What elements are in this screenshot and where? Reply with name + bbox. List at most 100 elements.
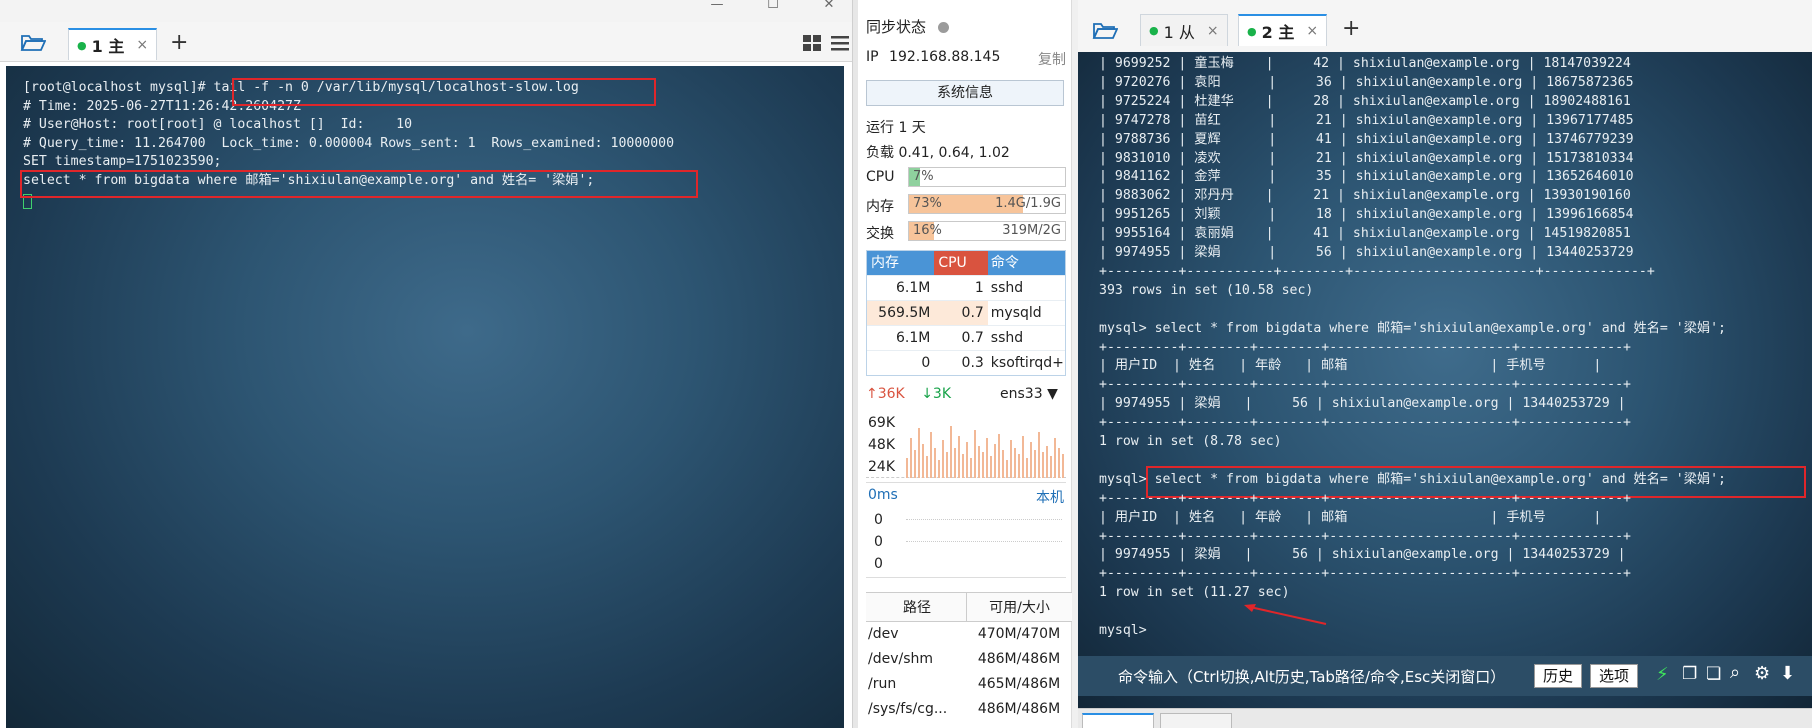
network-bar bbox=[970, 458, 972, 478]
paste-icon[interactable]: ❏ bbox=[1706, 664, 1721, 684]
network-bar bbox=[1026, 458, 1028, 478]
grid-layout-icon[interactable] bbox=[802, 34, 822, 52]
terminal-line: mysql> select * from bigdata where 邮箱='s… bbox=[1099, 320, 1726, 336]
column-header-size[interactable]: 可用/大小 bbox=[966, 593, 1072, 621]
right-terminal[interactable]: | 9699252 | 童玉梅 | 42 | shixiulan@example… bbox=[1078, 52, 1812, 708]
latency-panel: 0ms 本机 0 0 0 bbox=[866, 482, 1066, 578]
terminal-line: # User@Host: root[root] @ localhost [] I… bbox=[23, 117, 413, 132]
add-tab-button[interactable]: + bbox=[170, 32, 188, 54]
copy-icon[interactable]: ❐ bbox=[1682, 664, 1697, 684]
menu-icon[interactable] bbox=[830, 34, 850, 52]
terminal-line: | 9974955 | 梁娟 | 56 | shixiulan@example.… bbox=[1099, 547, 1626, 563]
swap-meter: 16% 319M/2G bbox=[908, 221, 1066, 241]
network-bar bbox=[1010, 440, 1012, 478]
add-tab-button[interactable]: + bbox=[1342, 18, 1360, 40]
close-window-icon[interactable]: ✕ bbox=[806, 0, 852, 14]
column-header-command[interactable]: 命令 bbox=[987, 251, 1065, 275]
terminal-line: mysql> bbox=[1099, 623, 1147, 638]
network-bar bbox=[1050, 456, 1052, 478]
column-header-path[interactable]: 路径 bbox=[866, 593, 966, 621]
ip-row: IP 192.168.88.145 复制 bbox=[866, 49, 1066, 68]
uptime: 运行 1 天 bbox=[866, 120, 926, 136]
maximize-icon[interactable]: ☐ bbox=[750, 0, 796, 14]
copy-ip-button[interactable]: 复制 bbox=[1038, 49, 1066, 69]
process-cmd: ksoftirqd+ bbox=[990, 355, 1064, 371]
process-cpu: 0.7 bbox=[961, 330, 984, 346]
latency-host[interactable]: 本机 bbox=[1036, 487, 1064, 507]
network-bar bbox=[966, 442, 968, 478]
download-arrow-icon: ↓ bbox=[921, 386, 933, 402]
network-bar bbox=[946, 452, 948, 478]
download-icon[interactable]: ⬇ bbox=[1780, 663, 1795, 684]
tab-close-icon[interactable]: × bbox=[1306, 23, 1318, 39]
mem-label: 内存 bbox=[866, 199, 894, 215]
system-info-button[interactable]: 系统信息 bbox=[866, 80, 1064, 106]
lightning-icon[interactable]: ⚡ bbox=[1656, 664, 1669, 685]
connected-dot-icon: ● bbox=[1247, 24, 1257, 38]
latency-value: 0 bbox=[874, 534, 883, 550]
search-icon[interactable]: ⌕ bbox=[1730, 662, 1740, 683]
process-mem: 6.1M bbox=[895, 330, 931, 346]
terminal-line: SET timestamp=1751023590; bbox=[23, 154, 222, 169]
network-bar bbox=[994, 444, 996, 478]
network-bar bbox=[1058, 448, 1060, 478]
annotation-arrow bbox=[1244, 604, 1327, 625]
tab-1-slave[interactable]: ● 1 从 × bbox=[1140, 14, 1228, 46]
options-button[interactable]: 选项 bbox=[1590, 664, 1639, 688]
terminal-line: | 用户ID | 姓名 | 年龄 | 邮箱 | 手机号 | bbox=[1099, 509, 1602, 525]
terminal-line: | 9747278 | 苗红 | 21 | shixiulan@example.… bbox=[1099, 112, 1634, 128]
terminal-line: | 9725224 | 杜建华 | 28 | shixiulan@example… bbox=[1099, 93, 1631, 109]
swap-label: 交换 bbox=[866, 226, 894, 242]
ip-address: 192.168.88.145 bbox=[889, 49, 1001, 65]
network-bar bbox=[998, 434, 1000, 478]
gear-icon[interactable]: ⚙ bbox=[1754, 663, 1770, 684]
terminal-line: | 9831010 | 凌欢 | 21 | shixiulan@example.… bbox=[1099, 150, 1634, 166]
process-row: 6.1M 1 sshd bbox=[867, 275, 1065, 300]
ip-label: IP bbox=[866, 49, 879, 65]
process-row: 569.5M 0.7 mysqld bbox=[867, 300, 1065, 325]
network-row: ↑36K ↓3K ens33 ▼ bbox=[866, 386, 1066, 402]
folder-icon[interactable] bbox=[1092, 20, 1118, 40]
network-bar bbox=[938, 460, 940, 478]
terminal-line: | 用户ID | 姓名 | 年龄 | 邮箱 | 手机号 | bbox=[1099, 358, 1602, 374]
bottom-tab[interactable] bbox=[1160, 713, 1232, 728]
network-bar bbox=[918, 428, 920, 478]
tab-close-icon[interactable]: × bbox=[1207, 23, 1219, 39]
command-input-hint[interactable]: 命令输入（Ctrl切换,Alt历史,Tab路径/命令,Esc关闭窗口） bbox=[1118, 666, 1505, 687]
terminal-line: | 9974955 | 梁娟 | 56 | shixiulan@example.… bbox=[1099, 245, 1634, 260]
network-bar bbox=[1014, 448, 1016, 478]
terminal-line: | 9974955 | 梁娟 | 56 | shixiulan@example.… bbox=[1099, 396, 1626, 412]
desktop: — ☐ ✕ ● 1 主 × + [root@localhost mysql]# … bbox=[0, 0, 1812, 728]
tab-1-main[interactable]: ● 1 主 × bbox=[68, 28, 158, 60]
disk-path: /sys/fs/cg... bbox=[868, 701, 948, 717]
left-terminal[interactable]: [root@localhost mysql]# tail -f -n 0 /va… bbox=[6, 66, 844, 728]
tab-2-main[interactable]: ● 2 主 × bbox=[1238, 14, 1328, 46]
sync-label: 同步状态 bbox=[866, 18, 927, 36]
history-button[interactable]: 历史 bbox=[1534, 664, 1583, 688]
right-terminal-window: ● 1 从 × ● 2 主 × + | 9699252 | 童玉梅 | 42 |… bbox=[1078, 0, 1812, 728]
upload-arrow-icon: ↑ bbox=[866, 386, 878, 402]
column-header-memory[interactable]: 内存 bbox=[867, 251, 935, 275]
minimize-icon[interactable]: — bbox=[694, 0, 740, 14]
terminal-line: +---------+--------+--------+-----------… bbox=[1099, 566, 1631, 582]
network-bar bbox=[1038, 432, 1040, 478]
terminal-line: mysql> select * from bigdata where 邮箱='s… bbox=[1099, 471, 1726, 487]
terminal-line: | 9699252 | 童玉梅 | 42 | shixiulan@example… bbox=[1099, 56, 1631, 71]
network-bar bbox=[1006, 460, 1008, 478]
folder-icon[interactable] bbox=[20, 32, 46, 52]
bottom-tab[interactable] bbox=[1082, 713, 1154, 728]
disk-size: 486M/486M bbox=[977, 651, 1061, 667]
terminal-line: +---------+--------+--------+-----------… bbox=[1099, 339, 1631, 355]
network-bar bbox=[958, 436, 960, 478]
interface-select[interactable]: ens33 ▼ bbox=[1000, 386, 1058, 402]
column-header-cpu[interactable]: CPU bbox=[934, 251, 988, 275]
sync-status: 同步状态 bbox=[866, 16, 950, 37]
network-bar bbox=[910, 438, 912, 478]
cpu-percent: 7% bbox=[913, 169, 934, 184]
terminal-line: +---------+--------+--------+-----------… bbox=[1099, 528, 1631, 544]
network-bar bbox=[962, 454, 964, 478]
network-bar bbox=[1054, 438, 1056, 478]
command-input-bar[interactable]: 命令输入（Ctrl切换,Alt历史,Tab路径/命令,Esc关闭窗口） 历史 选… bbox=[1078, 656, 1812, 696]
network-bar bbox=[1046, 446, 1048, 478]
tab-close-icon[interactable]: × bbox=[136, 37, 148, 53]
